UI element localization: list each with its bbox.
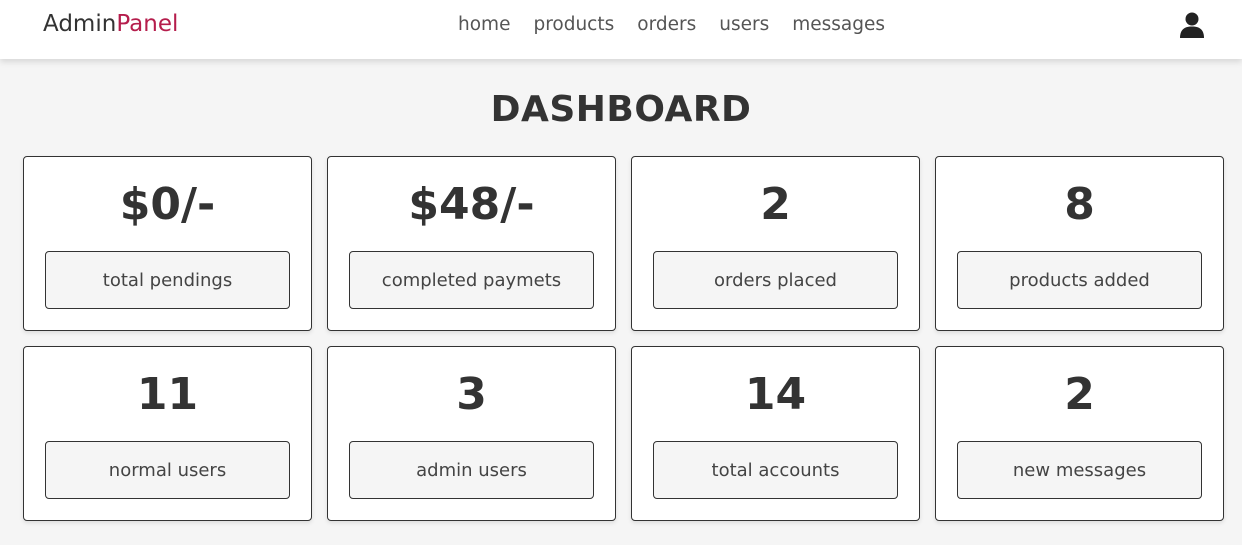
- card-total-accounts: 14 total accounts: [631, 346, 920, 521]
- card-products-added: 8 products added: [935, 156, 1224, 331]
- card-value: 8: [1064, 179, 1095, 230]
- logo-accent: Panel: [116, 11, 179, 37]
- card-value: 2: [1064, 369, 1095, 420]
- card-label-button[interactable]: admin users: [349, 441, 594, 499]
- nav-link-orders[interactable]: orders: [637, 14, 696, 35]
- card-value: $48/-: [408, 179, 535, 230]
- nav-link-users[interactable]: users: [719, 14, 769, 35]
- header: AdminPanel home products orders users me…: [0, 0, 1242, 59]
- card-new-messages: 2 new messages: [935, 346, 1224, 521]
- nav-link-messages[interactable]: messages: [792, 14, 885, 35]
- card-value: 14: [744, 369, 807, 420]
- main-nav: home products orders users messages: [458, 14, 885, 35]
- card-label-button[interactable]: new messages: [957, 441, 1202, 499]
- card-label-button[interactable]: completed paymets: [349, 251, 594, 309]
- card-orders-placed: 2 orders placed: [631, 156, 920, 331]
- card-value: $0/-: [119, 179, 216, 230]
- card-label-button[interactable]: normal users: [45, 441, 290, 499]
- user-icon[interactable]: [1180, 12, 1204, 38]
- card-label-button[interactable]: orders placed: [653, 251, 898, 309]
- card-normal-users: 11 normal users: [23, 346, 312, 521]
- page-title: DASHBOARD: [490, 89, 752, 130]
- card-completed-payments: $48/- completed paymets: [327, 156, 616, 331]
- nav-link-products[interactable]: products: [533, 14, 614, 35]
- dashboard-grid: $0/- total pendings $48/- completed paym…: [23, 156, 1224, 521]
- nav-link-home[interactable]: home: [458, 14, 510, 35]
- card-label-button[interactable]: products added: [957, 251, 1202, 309]
- card-value: 3: [456, 369, 487, 420]
- logo-main: Admin: [43, 11, 117, 37]
- card-value: 2: [760, 179, 791, 230]
- card-total-pendings: $0/- total pendings: [23, 156, 312, 331]
- card-admin-users: 3 admin users: [327, 346, 616, 521]
- card-label-button[interactable]: total pendings: [45, 251, 290, 309]
- card-label-button[interactable]: total accounts: [653, 441, 898, 499]
- card-value: 11: [136, 369, 199, 420]
- logo[interactable]: AdminPanel: [43, 11, 178, 37]
